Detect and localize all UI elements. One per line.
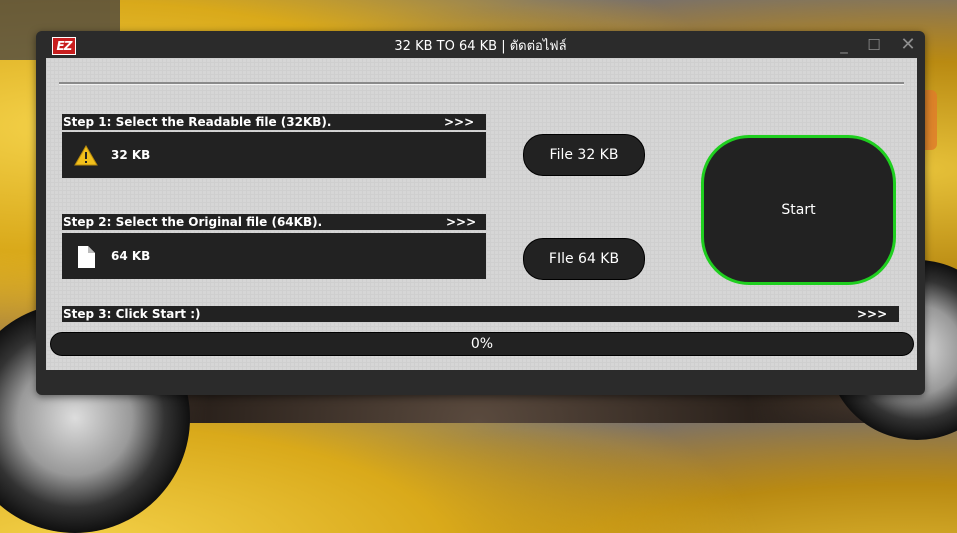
progress-text: 0% xyxy=(470,336,494,352)
step-1-arrows: >>> xyxy=(444,115,475,129)
minimize-button[interactable]: _ xyxy=(834,35,854,55)
start-button[interactable]: Start xyxy=(701,135,896,285)
step-1-text: Step 1: Select the Readable file (32KB). xyxy=(63,115,332,129)
step-3-label: Step 3: Click Start :) >>> xyxy=(62,306,899,322)
maximize-button[interactable]: ☐ xyxy=(864,35,884,55)
step-2-text: Step 2: Select the Original file (64KB). xyxy=(63,215,323,229)
select-32kb-button[interactable]: File 32 KB xyxy=(523,134,645,176)
step-2-arrows: >>> xyxy=(446,215,477,229)
select-64kb-button[interactable]: FIle 64 KB xyxy=(523,238,645,280)
app-window: EZ 32 KB TO 64 KB | ตัดต่อไฟล์ _ ☐ ✕ Ste… xyxy=(36,31,925,395)
window-title: 32 KB TO 64 KB | ตัดต่อไฟล์ xyxy=(394,39,567,54)
step-3-text: Step 3: Click Start :) xyxy=(63,307,201,321)
title-bar[interactable]: EZ 32 KB TO 64 KB | ตัดต่อไฟล์ _ ☐ ✕ xyxy=(36,31,925,58)
original-file-field: 64 KB xyxy=(62,233,486,279)
warning-icon xyxy=(74,145,98,166)
readable-file-field: 32 KB xyxy=(62,132,486,178)
original-file-size: 64 KB xyxy=(111,249,151,263)
progress-bar: 0% xyxy=(50,332,914,356)
readable-file-size: 32 KB xyxy=(111,148,151,162)
divider xyxy=(59,82,904,85)
step-1-label: Step 1: Select the Readable file (32KB).… xyxy=(62,114,486,130)
step-3-arrows: >>> xyxy=(857,307,888,321)
step-2-label: Step 2: Select the Original file (64KB).… xyxy=(62,214,486,230)
file-icon xyxy=(78,246,95,268)
close-button[interactable]: ✕ xyxy=(898,35,918,55)
client-area: Step 1: Select the Readable file (32KB).… xyxy=(46,58,917,370)
